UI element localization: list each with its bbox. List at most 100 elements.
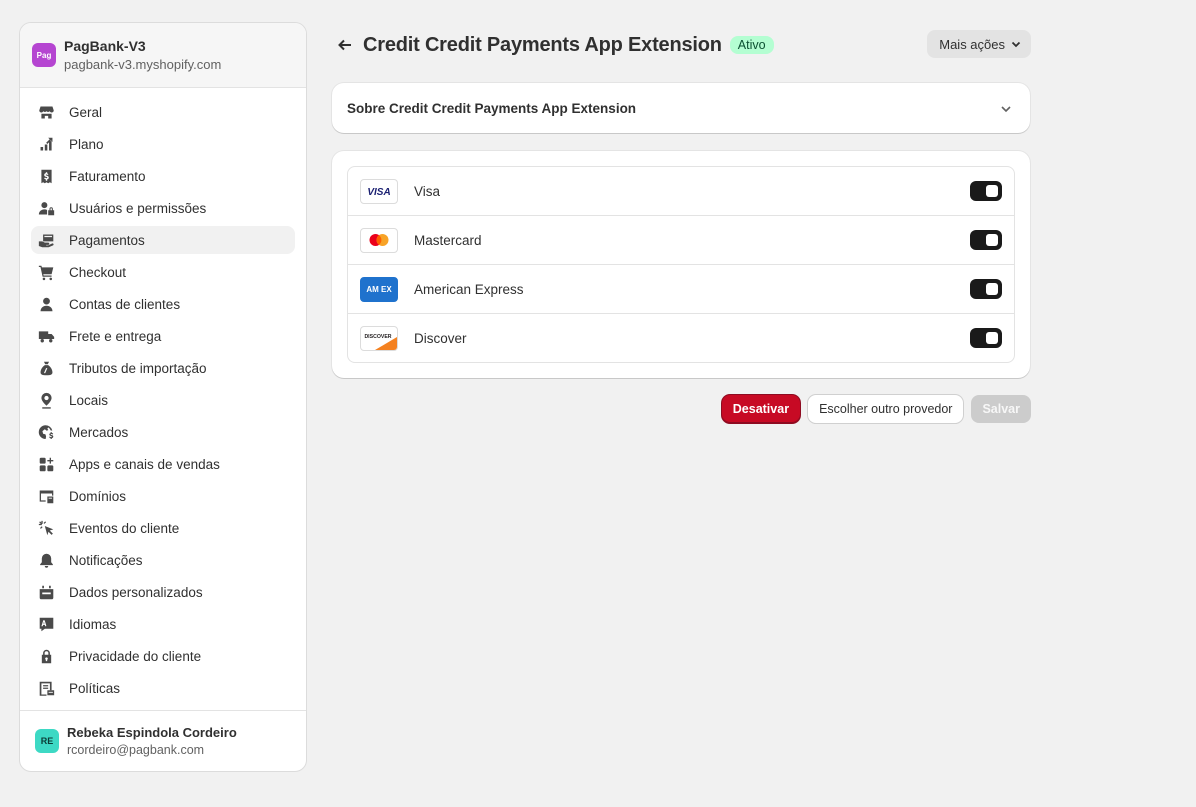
sidebar-item-checkout[interactable]: Checkout bbox=[31, 258, 295, 286]
page-title: Credit Credit Payments App Extension bbox=[363, 33, 722, 56]
policy-document-icon bbox=[37, 679, 55, 697]
sidebar-item-label: Contas de clientes bbox=[69, 296, 181, 312]
sidebar-item-notificacoes[interactable]: Notificações bbox=[31, 546, 295, 574]
sidebar-item-apps[interactable]: Apps e canais de vendas bbox=[31, 450, 295, 478]
sidebar-item-label: Dados personalizados bbox=[69, 584, 203, 600]
sidebar-item-dados[interactable]: Dados personalizados bbox=[31, 578, 295, 606]
data-box-icon bbox=[37, 583, 55, 601]
sidebar-item-label: Apps e canais de vendas bbox=[69, 456, 220, 472]
settings-sidebar: Pag PagBank-V3 pagbank-v3.myshopify.com … bbox=[19, 22, 307, 772]
sidebar-item-geral[interactable]: Geral bbox=[31, 98, 295, 126]
visa-logo-icon: VISA bbox=[360, 178, 398, 204]
discover-toggle[interactable] bbox=[970, 328, 1002, 348]
sidebar-item-politicas[interactable]: Políticas bbox=[31, 674, 295, 702]
deactivate-button[interactable]: Desativar bbox=[721, 395, 801, 423]
domain-window-icon bbox=[37, 487, 55, 505]
sidebar-item-mercados[interactable]: Mercados bbox=[31, 418, 295, 446]
sidebar-item-idiomas[interactable]: Idiomas bbox=[31, 610, 295, 638]
user-profile[interactable]: RE Rebeka Espindola Cordeiro rcordeiro@p… bbox=[20, 710, 306, 771]
sidebar-item-label: Faturamento bbox=[69, 168, 146, 184]
settings-nav: Geral Plano Faturamento Usuários e permi… bbox=[20, 88, 306, 702]
toggle-knob bbox=[986, 332, 998, 344]
more-actions-label: Mais ações bbox=[939, 36, 1005, 52]
sidebar-item-usuarios[interactable]: Usuários e permissões bbox=[31, 194, 295, 222]
store-switcher[interactable]: Pag PagBank-V3 pagbank-v3.myshopify.com bbox=[20, 23, 306, 88]
truck-icon bbox=[37, 327, 55, 345]
sidebar-item-label: Domínios bbox=[69, 488, 127, 504]
save-button[interactable]: Salvar bbox=[971, 395, 1031, 423]
choose-provider-button[interactable]: Escolher outro provedor bbox=[808, 395, 964, 423]
sidebar-item-locais[interactable]: Locais bbox=[31, 386, 295, 414]
status-badge: Ativo bbox=[729, 36, 774, 54]
visa-toggle[interactable] bbox=[970, 181, 1002, 201]
sidebar-item-plano[interactable]: Plano bbox=[31, 130, 295, 158]
visa-logo-text: VISA bbox=[367, 187, 390, 197]
payment-methods-list: VISA Visa Mastercard AM EX American Expr… bbox=[347, 166, 1015, 363]
toggle-knob bbox=[986, 185, 998, 197]
more-actions-button[interactable]: Mais ações bbox=[927, 30, 1031, 58]
sidebar-item-label: Checkout bbox=[69, 264, 127, 280]
receipt-dollar-icon bbox=[37, 167, 55, 185]
sidebar-item-label: Políticas bbox=[69, 680, 121, 696]
user-email: rcordeiro@pagbank.com bbox=[67, 743, 205, 757]
method-label: Discover bbox=[414, 330, 467, 346]
action-bar: Desativar Escolher outro provedor Salvar bbox=[721, 395, 1031, 423]
toggle-knob bbox=[986, 234, 998, 246]
apps-grid-icon bbox=[37, 455, 55, 473]
method-label: Visa bbox=[414, 183, 441, 199]
sidebar-item-label: Geral bbox=[69, 104, 103, 120]
sidebar-item-eventos[interactable]: Eventos do cliente bbox=[31, 514, 295, 542]
page-header: Credit Credit Payments App Extension Ati… bbox=[333, 30, 1031, 60]
sidebar-item-label: Notificações bbox=[69, 552, 143, 568]
amex-logo-text: AM EX bbox=[366, 285, 392, 294]
users-lock-icon bbox=[37, 199, 55, 217]
about-collapsible[interactable]: Sobre Credit Credit Payments App Extensi… bbox=[332, 83, 1030, 133]
store-domain: pagbank-v3.myshopify.com bbox=[64, 57, 222, 72]
mastercard-toggle[interactable] bbox=[970, 230, 1002, 250]
sidebar-item-label: Plano bbox=[69, 136, 104, 152]
discover-logo-icon: DISCOVER bbox=[360, 325, 398, 351]
sidebar-item-label: Tributos de importação bbox=[69, 360, 207, 376]
sidebar-item-privacidade[interactable]: Privacidade do cliente bbox=[31, 642, 295, 670]
bell-icon bbox=[37, 551, 55, 569]
store-name: PagBank-V3 bbox=[64, 38, 146, 54]
back-arrow-icon[interactable] bbox=[333, 33, 357, 57]
location-pin-icon bbox=[37, 391, 55, 409]
method-row-amex: AM EX American Express bbox=[348, 265, 1014, 314]
sidebar-item-frete[interactable]: Frete e entrega bbox=[31, 322, 295, 350]
globe-dollar-icon bbox=[37, 423, 55, 441]
store-icon bbox=[37, 103, 55, 121]
sidebar-item-label: Privacidade do cliente bbox=[69, 648, 202, 664]
chevron-down-icon bbox=[1011, 37, 1021, 52]
chevron-down-icon bbox=[1000, 102, 1012, 120]
user-name: Rebeka Espindola Cordeiro bbox=[67, 725, 237, 740]
sidebar-item-label: Locais bbox=[69, 392, 109, 408]
amex-logo-icon: AM EX bbox=[360, 276, 398, 302]
method-label: American Express bbox=[414, 281, 524, 297]
payment-hand-icon bbox=[37, 231, 55, 249]
sidebar-item-label: Eventos do cliente bbox=[69, 520, 180, 536]
sidebar-item-label: Frete e entrega bbox=[69, 328, 162, 344]
sidebar-item-dominios[interactable]: Domínios bbox=[31, 482, 295, 510]
person-icon bbox=[37, 295, 55, 313]
store-logo: Pag bbox=[32, 43, 56, 67]
method-row-discover: DISCOVER Discover bbox=[348, 314, 1014, 362]
method-row-mastercard: Mastercard bbox=[348, 216, 1014, 265]
lock-icon bbox=[37, 647, 55, 665]
about-title: Sobre Credit Credit Payments App Extensi… bbox=[347, 100, 637, 116]
sidebar-item-contas-de-clientes[interactable]: Contas de clientes bbox=[31, 290, 295, 318]
sidebar-item-faturamento[interactable]: Faturamento bbox=[31, 162, 295, 190]
language-icon bbox=[37, 615, 55, 633]
avatar: RE bbox=[35, 729, 59, 753]
payment-methods-card: VISA Visa Mastercard AM EX American Expr… bbox=[332, 151, 1030, 378]
cart-icon bbox=[37, 263, 55, 281]
toggle-knob bbox=[986, 283, 998, 295]
sidebar-item-label: Idiomas bbox=[69, 616, 117, 632]
amex-toggle[interactable] bbox=[970, 279, 1002, 299]
sidebar-item-tributos[interactable]: Tributos de importação bbox=[31, 354, 295, 382]
method-label: Mastercard bbox=[414, 232, 482, 248]
cursor-click-icon bbox=[37, 519, 55, 537]
sidebar-item-pagamentos[interactable]: Pagamentos bbox=[31, 226, 295, 254]
sidebar-item-label: Mercados bbox=[69, 424, 129, 440]
mastercard-logo-icon bbox=[360, 227, 398, 253]
